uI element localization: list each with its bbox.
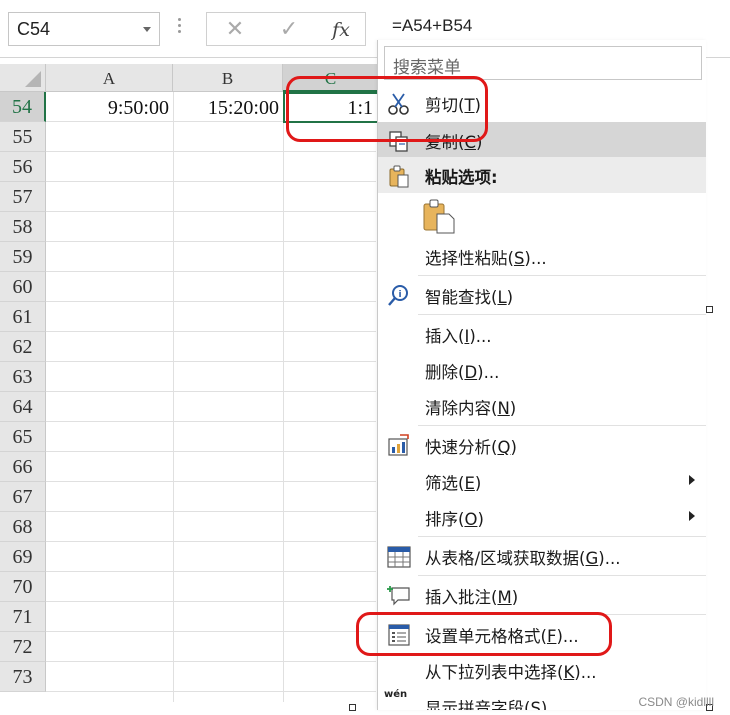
clipboard-icon: [423, 199, 455, 234]
paste-options-header: 粘贴选项:: [378, 157, 706, 193]
quick-analysis-icon: [388, 434, 409, 456]
enter-icon[interactable]: ✓: [269, 16, 309, 44]
grid-row: [46, 662, 376, 692]
column-header-a[interactable]: A: [46, 64, 173, 92]
menu-item-filter[interactable]: 筛选(E): [378, 463, 706, 499]
row-header-61[interactable]: 61: [0, 302, 46, 332]
grid-row: [46, 482, 376, 512]
menu-item-quick-analysis[interactable]: 快速分析(Q): [378, 427, 706, 463]
row-header-70[interactable]: 70: [0, 572, 46, 602]
menu-item-clear-contents[interactable]: 清除内容(N): [378, 388, 706, 424]
menu-item-label: 显示拼音字段(S): [425, 699, 548, 710]
phonetic-icon: wén: [384, 689, 408, 700]
clipboard-icon: [389, 165, 409, 188]
row-header-66[interactable]: 66: [0, 452, 46, 482]
formula-input[interactable]: =A54+B54: [392, 16, 472, 36]
row-header-67[interactable]: 67: [0, 482, 46, 512]
grid-row: [46, 392, 376, 422]
menu-item-label: 插入(I)...: [425, 327, 492, 346]
grid-row: [46, 632, 376, 662]
menu-item-paste-special[interactable]: 选择性粘贴(S)...: [378, 238, 706, 274]
menu-item-get-data[interactable]: 从表格/区域获取数据(G)...: [378, 538, 706, 574]
cell-a54[interactable]: 9:50:00: [46, 92, 173, 122]
row-header-59[interactable]: 59: [0, 242, 46, 272]
menu-item-label: 筛选(E): [425, 474, 482, 493]
svg-text:i: i: [398, 290, 401, 300]
chevron-down-icon[interactable]: [143, 27, 151, 32]
menu-item-label: 智能查找(L): [425, 288, 514, 307]
row-header-58[interactable]: 58: [0, 212, 46, 242]
row-header-72[interactable]: 72: [0, 632, 46, 662]
column-header-b[interactable]: B: [173, 64, 283, 92]
table-icon: [387, 546, 411, 568]
chevron-right-icon: [689, 475, 695, 485]
row-header-57[interactable]: 57: [0, 182, 46, 212]
menu-item-label: 从表格/区域获取数据(G)...: [425, 549, 621, 568]
grid-row: [46, 362, 376, 392]
annotation-circle-format-cells: [356, 612, 612, 656]
menu-separator: [418, 536, 706, 537]
menu-item-pick-from-list[interactable]: 从下拉列表中选择(K)...: [378, 652, 706, 688]
chevron-right-icon: [689, 511, 695, 521]
row-header-69[interactable]: 69: [0, 542, 46, 572]
row-header-60[interactable]: 60: [0, 272, 46, 302]
row-header-62[interactable]: 62: [0, 332, 46, 362]
menu-item-label: 从下拉列表中选择(K)...: [425, 663, 597, 682]
grid-row: [46, 572, 376, 602]
cell-b54[interactable]: 15:20:00: [173, 92, 283, 122]
menu-item-insert[interactable]: 插入(I)...: [378, 316, 706, 352]
cancel-icon[interactable]: ✕: [215, 16, 255, 44]
grid-row: [46, 272, 376, 302]
grid-row: [46, 332, 376, 362]
paste-option-button[interactable]: [422, 198, 458, 234]
resize-handle[interactable]: [349, 704, 356, 711]
grid-row: [46, 302, 376, 332]
menu-search-placeholder: 搜索菜单: [393, 58, 461, 78]
menu-item-insert-comment[interactable]: 插入批注(M): [378, 577, 706, 613]
insert-function-icon[interactable]: fx: [321, 16, 361, 44]
grid-row: [46, 542, 376, 572]
menu-item-label: 选择性粘贴(S)...: [425, 249, 547, 268]
menu-separator: [418, 314, 706, 315]
menu-separator: [418, 275, 706, 276]
menu-item-label: 删除(D)...: [425, 363, 500, 382]
row-header-68[interactable]: 68: [0, 512, 46, 542]
menu-item-sort[interactable]: 排序(O): [378, 499, 706, 535]
comment-icon: [387, 586, 410, 606]
menu-item-label: 插入批注(M): [425, 588, 519, 607]
row-header-54[interactable]: 54: [0, 92, 46, 122]
row-header-65[interactable]: 65: [0, 422, 46, 452]
menu-separator: [418, 425, 706, 426]
smart-lookup-icon: i: [388, 285, 408, 306]
grid-row: [46, 452, 376, 482]
resize-handle[interactable]: [706, 306, 713, 313]
menu-item-smart-lookup[interactable]: i 智能查找(L): [378, 277, 706, 313]
watermark: CSDN @kidllll: [638, 695, 714, 709]
grid-row: [46, 242, 376, 272]
row-header-63[interactable]: 63: [0, 362, 46, 392]
row-header-56[interactable]: 56: [0, 152, 46, 182]
grid-row: [46, 602, 376, 632]
row-header-73[interactable]: 73: [0, 662, 46, 692]
menu-item-label: 清除内容(N): [425, 399, 517, 418]
name-box[interactable]: C54: [8, 12, 160, 46]
menu-item-label: 排序(O): [425, 510, 484, 529]
annotation-circle-copy: [286, 76, 488, 142]
row-header-55[interactable]: 55: [0, 122, 46, 152]
select-all-button[interactable]: [0, 64, 46, 92]
formula-buttons: ✕ ✓ fx: [206, 12, 366, 46]
grid-row: [46, 152, 376, 182]
grid-row: [46, 512, 376, 542]
grid-row: [46, 182, 376, 212]
menu-item-label: 快速分析(Q): [425, 438, 517, 457]
row-header-71[interactable]: 71: [0, 602, 46, 632]
row-header-64[interactable]: 64: [0, 392, 46, 422]
menu-search-input[interactable]: 搜索菜单: [384, 46, 702, 80]
grid-row: [46, 212, 376, 242]
name-box-value: C54: [17, 19, 51, 39]
menu-separator: [418, 575, 706, 576]
drag-handle-icon[interactable]: [178, 18, 182, 38]
menu-item-delete[interactable]: 删除(D)...: [378, 352, 706, 388]
grid-row: [46, 422, 376, 452]
